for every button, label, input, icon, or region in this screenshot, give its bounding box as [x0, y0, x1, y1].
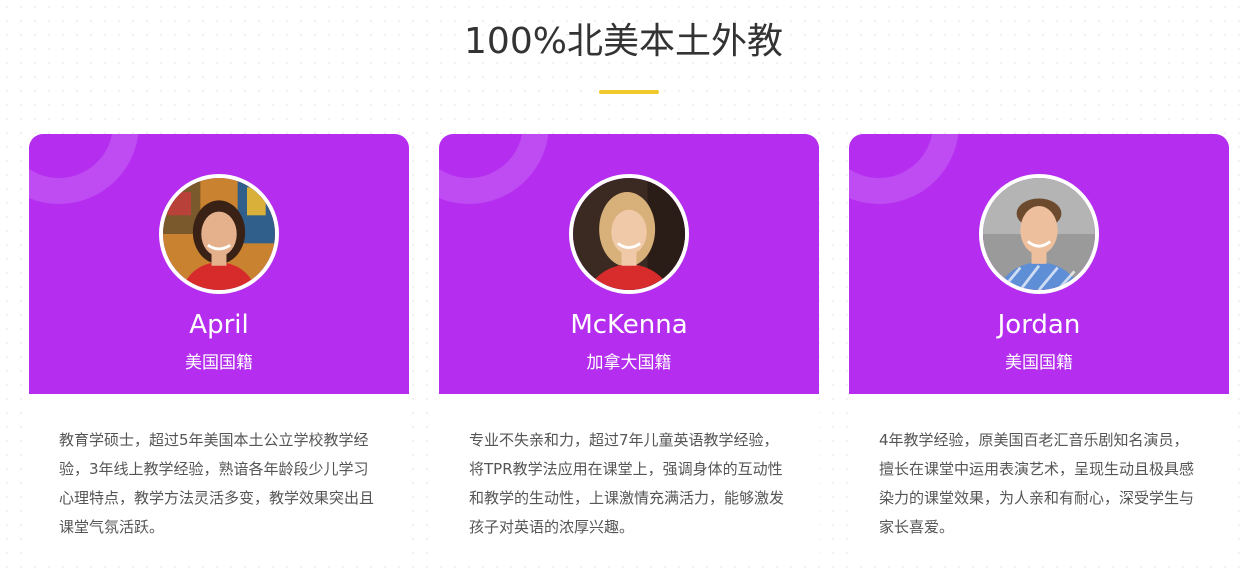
title-underline [599, 90, 659, 94]
teacher-avatar [159, 174, 279, 294]
teacher-card-mckenna[interactable]: McKenna 加拿大国籍 专业不失亲和力，超过7年儿童英语教学经验，将TPR教… [439, 134, 819, 562]
teacher-card-jordan[interactable]: Jordan 美国国籍 4年教学经验，原美国百老汇音乐剧知名演员，擅长在课堂中运… [849, 134, 1229, 562]
teacher-card-header: Jordan 美国国籍 [849, 134, 1229, 394]
teacher-nationality: 加拿大国籍 [586, 353, 672, 373]
decorative-ring [29, 134, 139, 204]
teacher-nationality: 美国国籍 [185, 353, 253, 373]
teacher-name: April [189, 310, 249, 340]
teacher-avatar [569, 174, 689, 294]
teacher-name: McKenna [570, 310, 688, 340]
teacher-name: Jordan [997, 310, 1081, 340]
teacher-description: 4年教学经验，原美国百老汇音乐剧知名演员，擅长在课堂中运用表演艺术，呈现生动且极… [879, 431, 1195, 536]
decorative-ring [439, 134, 549, 204]
teacher-card-header: McKenna 加拿大国籍 [439, 134, 819, 394]
teacher-card-april[interactable]: April 美国国籍 教育学硕士，超过5年美国本土公立学校教学经验，3年线上教学… [29, 134, 409, 562]
teacher-description: 专业不失亲和力，超过7年儿童英语教学经验，将TPR教学法应用在课堂上，强调身体的… [469, 431, 785, 536]
section-title: 100%北美本土外教 [464, 21, 783, 62]
teacher-avatar [979, 174, 1099, 294]
teachers-section: 100%北美本土外教 April 美国国籍 教育学硕士，超过5年美国本土公立学校… [0, 0, 1247, 578]
teacher-card-header: April 美国国籍 [29, 134, 409, 394]
teacher-nationality: 美国国籍 [1005, 353, 1073, 373]
decorative-ring [849, 134, 959, 204]
teacher-description: 教育学硕士，超过5年美国本土公立学校教学经验，3年线上教学经验，熟谙各年龄段少儿… [59, 431, 375, 536]
